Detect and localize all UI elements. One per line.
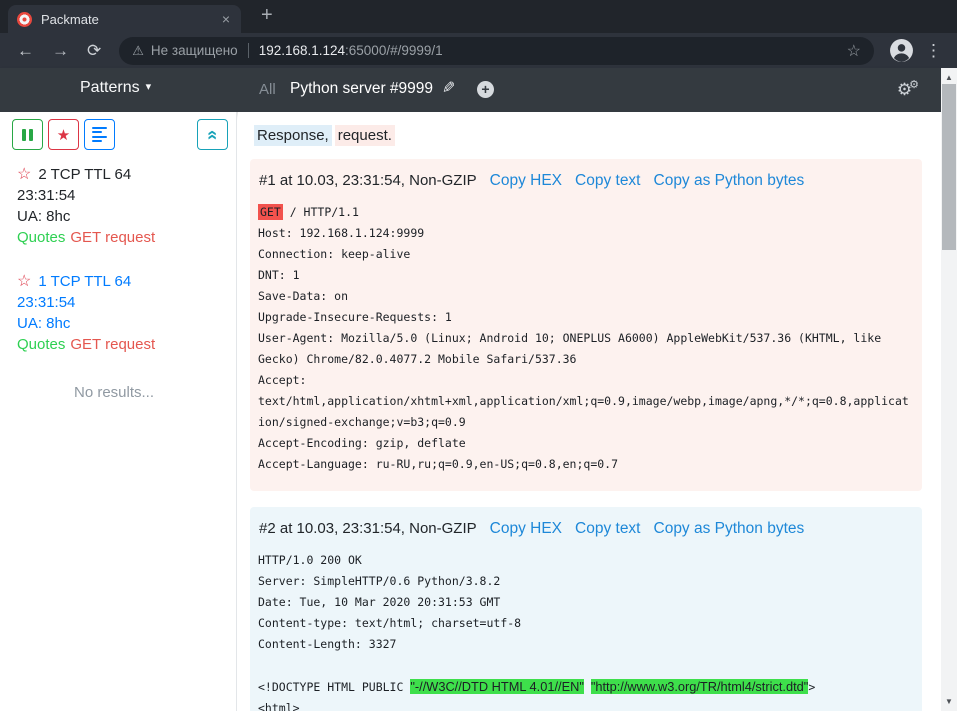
tab-all-streams[interactable]: All: [259, 81, 276, 98]
bookmark-star-icon[interactable]: ☆: [847, 41, 861, 61]
packet-code-line: Connection: keep-alive: [258, 244, 912, 265]
sidebar-controls: ★ «: [0, 112, 236, 150]
packet-title: #2 at 10.03, 23:31:54, Non-GZIP: [259, 520, 477, 537]
packet-code-line: Content-type: text/html; charset=utf-8: [258, 613, 912, 634]
packmate-favicon-icon: [17, 12, 32, 27]
url-divider: [248, 43, 249, 58]
scrollbar-thumb[interactable]: [942, 84, 956, 250]
packet-payload: HTTP/1.0 200 OKServer: SimpleHTTP/0.6 Py…: [258, 550, 912, 711]
profile-avatar-icon[interactable]: [889, 38, 914, 63]
packet-code-line: Host: 192.168.1.124:9999: [258, 223, 912, 244]
edit-service-icon[interactable]: ✎: [442, 78, 455, 98]
tab-close-icon[interactable]: ×: [220, 11, 232, 27]
tab-title: Packmate: [41, 12, 220, 27]
new-tab-button[interactable]: +: [253, 2, 281, 29]
packet-header: #2 at 10.03, 23:31:54, Non-GZIP Copy HEX…: [259, 520, 912, 538]
copy-python-bytes-link[interactable]: Copy as Python bytes: [654, 172, 805, 190]
patterns-label: Patterns: [80, 79, 140, 96]
scrollbar-up-arrow[interactable]: ▲: [941, 73, 957, 82]
double-chevron-up-icon: «: [202, 130, 223, 139]
collapse-sidebar-button[interactable]: «: [197, 119, 228, 150]
scrollbar-down-arrow[interactable]: ▼: [941, 697, 957, 706]
copy-hex-link[interactable]: Copy HEX: [490, 172, 562, 190]
copy-python-bytes-link[interactable]: Copy as Python bytes: [654, 520, 805, 538]
stream-title-row: ☆ 1 TCP TTL 64: [17, 271, 228, 292]
found-patterns-line: Response,request.: [254, 125, 922, 146]
pattern-tag-quotes: Quotes: [17, 229, 65, 246]
page-scrollbar[interactable]: ▲ ▼: [941, 68, 957, 711]
forward-icon[interactable]: →: [52, 42, 69, 59]
packet-title: #1 at 10.03, 23:31:54, Non-GZIP: [259, 172, 477, 189]
no-results-label: No results...: [17, 384, 211, 401]
browser-tabstrip: Packmate × +: [0, 0, 957, 33]
list-view-button[interactable]: [84, 119, 115, 150]
stream-list-item[interactable]: ☆ 2 TCP TTL 64 23:31:54 UA: 8hc Quotes GET…: [17, 164, 228, 248]
url-host: 192.168.1.124: [259, 43, 345, 58]
back-icon[interactable]: ←: [17, 42, 34, 59]
packet-code-line: Accept-Encoding: gzip, deflate: [258, 433, 912, 454]
star-icon: ★: [57, 126, 70, 144]
packet-code-line: User-Agent: Mozilla/5.0 (Linux; Android …: [258, 328, 912, 370]
packet-code-line: Accept-Language: ru-RU,ru;q=0.9,en-US;q=…: [258, 454, 912, 475]
packet-code-line: DNT: 1: [258, 265, 912, 286]
packet-code-line: GET / HTTP/1.1: [258, 202, 912, 223]
packet-payload: GET / HTTP/1.1Host: 192.168.1.124:9999Co…: [258, 202, 912, 475]
security-label: Не защищено: [151, 43, 238, 58]
packet-code-line: [258, 655, 912, 676]
screen: Packmate × + ← → ⟳ ⚠ Не защищено 192.168…: [0, 0, 957, 711]
packet-header: #1 at 10.03, 23:31:54, Non-GZIP Copy HEX…: [259, 172, 912, 190]
stream-tags: Quotes GET request: [17, 334, 228, 355]
favorite-star-icon[interactable]: ☆: [17, 273, 31, 290]
pause-button[interactable]: [12, 119, 43, 150]
packet-code-line: <!DOCTYPE HTML PUBLIC "-//W3C//DTD HTML …: [258, 676, 912, 698]
browser-menu-icon[interactable]: ⋮: [925, 41, 942, 61]
browser-toolbar: ← → ⟳ ⚠ Не защищено 192.168.1.124 :65000…: [0, 33, 957, 68]
packet-code-line: Upgrade-Insecure-Requests: 1: [258, 307, 912, 328]
stream-time: 23:31:54: [17, 185, 228, 206]
tab-current-service[interactable]: Python server #9999: [290, 80, 433, 98]
copy-hex-link[interactable]: Copy HEX: [490, 520, 562, 538]
favorite-star-icon[interactable]: ☆: [17, 166, 31, 183]
stream-content: Response,request. #1 at 10.03, 23:31:54,…: [238, 112, 941, 711]
not-secure-warning-icon[interactable]: ⚠: [132, 43, 144, 59]
packet-code-line: Date: Tue, 10 Mar 2020 20:31:53 GMT: [258, 592, 912, 613]
pause-icon: [22, 129, 26, 141]
app-navbar: Patterns ▾ All Python server #9999 ✎ + ⚙⚙: [0, 68, 941, 112]
packet-code-line: HTTP/1.0 200 OK: [258, 550, 912, 571]
stream-time: 23:31:54: [17, 292, 228, 313]
stream-title: 1 TCP TTL 64: [38, 273, 131, 290]
url-path: :65000/#/9999/1: [345, 43, 443, 58]
stream-list: ☆ 2 TCP TTL 64 23:31:54 UA: 8hc Quotes GET…: [0, 150, 236, 401]
stream-ua: UA: 8hc: [17, 206, 228, 227]
packet-code-line: Content-Length: 3327: [258, 634, 912, 655]
copy-text-link[interactable]: Copy text: [575, 520, 640, 538]
copy-text-link[interactable]: Copy text: [575, 172, 640, 190]
packet-card-response: #2 at 10.03, 23:31:54, Non-GZIP Copy HEX…: [250, 507, 922, 711]
browser-tab[interactable]: Packmate ×: [8, 5, 241, 33]
streams-sidebar: ★ « ☆ 2 TCP TTL 64 23:31:54 UA: 8hc Quote…: [0, 112, 237, 711]
align-left-icon: [92, 125, 107, 143]
favorites-filter-button[interactable]: ★: [48, 119, 79, 150]
address-bar[interactable]: ⚠ Не защищено 192.168.1.124 :65000/#/999…: [119, 37, 874, 65]
pattern-tag-quotes: Quotes: [17, 336, 65, 353]
stream-ua: UA: 8hc: [17, 313, 228, 334]
packet-card-request: #1 at 10.03, 23:31:54, Non-GZIP Copy HEX…: [250, 159, 922, 491]
pattern-tag-get-request: GET request: [70, 336, 155, 353]
add-service-icon[interactable]: +: [477, 81, 494, 98]
pattern-chip-response[interactable]: Response,: [254, 125, 332, 146]
pattern-chip-request[interactable]: request.: [335, 125, 395, 146]
stream-tags: Quotes GET request: [17, 227, 228, 248]
packet-code-line: Server: SimpleHTTP/0.6 Python/3.8.2: [258, 571, 912, 592]
stream-list-item-selected[interactable]: ☆ 1 TCP TTL 64 23:31:54 UA: 8hc Quotes GET…: [17, 271, 228, 355]
stream-title: 2 TCP TTL 64: [38, 166, 131, 183]
packet-code-line: Accept: text/html,application/xhtml+xml,…: [258, 370, 912, 433]
stream-title-row: ☆ 2 TCP TTL 64: [17, 164, 228, 185]
pattern-tag-get-request: GET request: [70, 229, 155, 246]
reload-icon[interactable]: ⟳: [87, 42, 101, 59]
patterns-dropdown[interactable]: Patterns ▾: [80, 79, 151, 97]
caret-down-icon: ▾: [146, 81, 152, 93]
packet-code-line: Save-Data: on: [258, 286, 912, 307]
settings-gears-icon[interactable]: ⚙⚙: [897, 78, 919, 100]
packet-code-line: <html>: [258, 698, 912, 711]
